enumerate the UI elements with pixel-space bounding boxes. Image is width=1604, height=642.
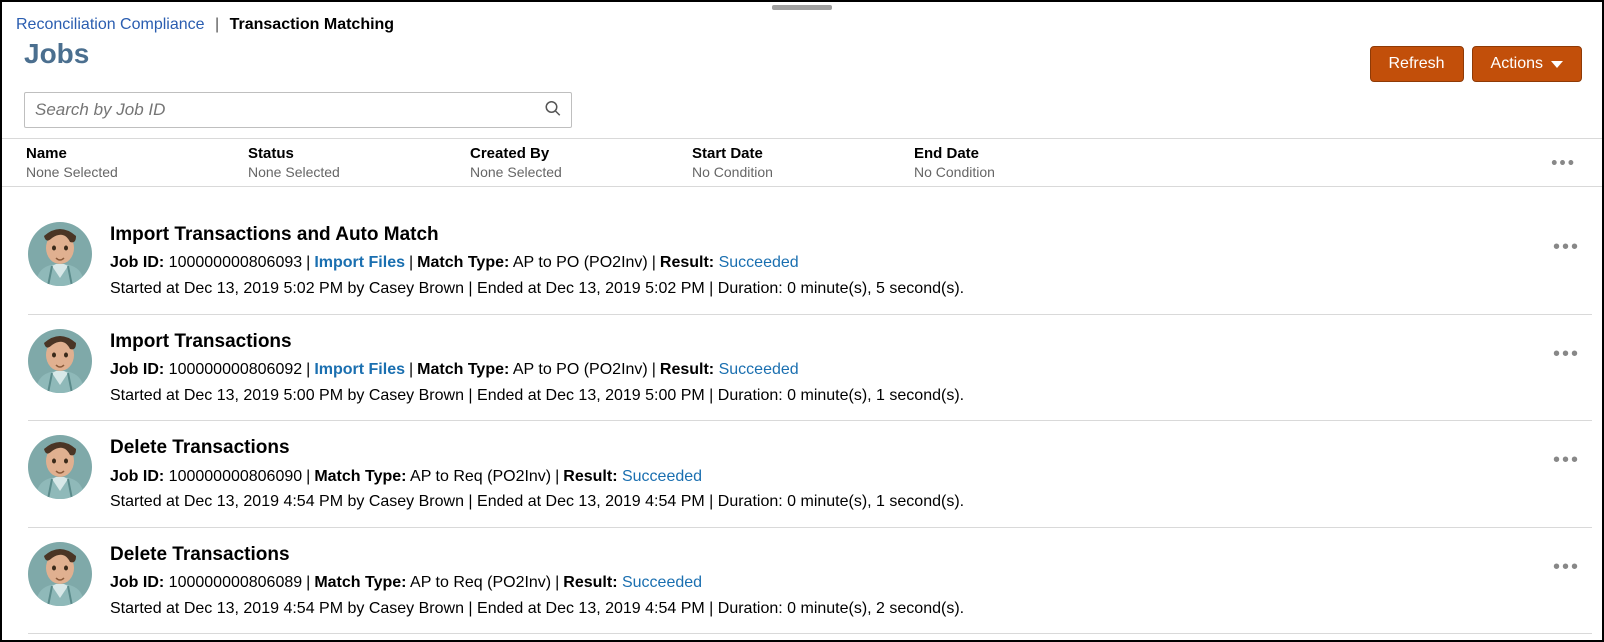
job-content: Delete TransactionsJob ID: 1000000008060… [110, 433, 1586, 515]
match-type-value: AP to Req (PO2Inv) [410, 468, 551, 485]
filter-status[interactable]: Status None Selected [248, 145, 470, 180]
match-type-label: Match Type: [314, 574, 406, 591]
page-title: Jobs [24, 38, 394, 70]
avatar [28, 542, 92, 606]
filter-start-date[interactable]: Start Date No Condition [692, 145, 914, 180]
job-id-label: Job ID: [110, 468, 164, 485]
filter-name[interactable]: Name None Selected [26, 145, 248, 180]
row-more-icon[interactable]: ••• [1553, 236, 1580, 259]
job-row: Import TransactionsJob ID: 1000000008060… [28, 315, 1592, 422]
row-more-icon[interactable]: ••• [1553, 449, 1580, 472]
breadcrumb-link[interactable]: Reconciliation Compliance [16, 16, 205, 33]
filter-end-date-value: No Condition [914, 164, 1136, 180]
actions-button-label: Actions [1491, 55, 1543, 73]
job-row: Delete TransactionsJob ID: 1000000008060… [28, 421, 1592, 528]
job-list: Import Transactions and Auto MatchJob ID… [4, 208, 1600, 638]
search-wrap [24, 92, 572, 128]
match-type-value: AP to Req (PO2Inv) [410, 574, 551, 591]
result-value[interactable]: Succeeded [622, 574, 702, 591]
avatar [28, 222, 92, 286]
filter-more-icon[interactable]: ••• [1551, 152, 1576, 173]
filter-status-value: None Selected [248, 164, 470, 180]
job-id-value: 100000000806090 [169, 468, 302, 485]
header-left: Reconciliation Compliance | Transaction … [16, 16, 394, 70]
result-value[interactable]: Succeeded [622, 468, 702, 485]
row-more-icon[interactable]: ••• [1553, 343, 1580, 366]
search-input[interactable] [24, 92, 572, 128]
job-row: Import Transactions and Auto MatchJob ID… [28, 208, 1592, 315]
job-title: Import Transactions and Auto Match [110, 220, 1586, 250]
job-id-label: Job ID: [110, 254, 164, 271]
match-type-label: Match Type: [314, 468, 406, 485]
avatar [28, 329, 92, 393]
refresh-button[interactable]: Refresh [1370, 46, 1464, 82]
avatar [28, 435, 92, 499]
match-type-value: AP to PO (PO2Inv) [513, 254, 648, 271]
result-label: Result: [660, 361, 714, 378]
result-value[interactable]: Succeeded [719, 254, 799, 271]
job-row: Delete TransactionsJob ID: 1000000008060… [28, 528, 1592, 635]
result-value[interactable]: Succeeded [719, 361, 799, 378]
result-label: Result: [563, 468, 617, 485]
result-label: Result: [660, 254, 714, 271]
job-meta: Job ID: 100000000806090|Match Type: AP t… [110, 464, 1586, 490]
job-detail: Started at Dec 13, 2019 5:02 PM by Casey… [110, 276, 1586, 302]
job-title: Import Transactions [110, 327, 1586, 357]
drag-handle[interactable] [772, 5, 832, 10]
filter-status-label: Status [248, 145, 470, 162]
actions-button[interactable]: Actions [1472, 46, 1582, 82]
job-id-value: 100000000806092 [169, 361, 302, 378]
filter-start-date-value: No Condition [692, 164, 914, 180]
job-id-value: 100000000806089 [169, 574, 302, 591]
filter-name-value: None Selected [26, 164, 248, 180]
job-meta: Job ID: 100000000806092|Import Files|Mat… [110, 357, 1586, 383]
import-files-link[interactable]: Import Files [314, 254, 405, 271]
result-label: Result: [563, 574, 617, 591]
chevron-down-icon [1551, 61, 1563, 68]
row-more-icon[interactable]: ••• [1553, 556, 1580, 579]
import-files-link[interactable]: Import Files [314, 361, 405, 378]
filter-created-by[interactable]: Created By None Selected [470, 145, 692, 180]
job-content: Import Transactions and Auto MatchJob ID… [110, 220, 1586, 302]
job-content: Delete TransactionsJob ID: 1000000008060… [110, 540, 1586, 622]
job-id-label: Job ID: [110, 574, 164, 591]
match-type-label: Match Type: [417, 254, 509, 271]
filter-name-label: Name [26, 145, 248, 162]
filter-end-date[interactable]: End Date No Condition [914, 145, 1136, 180]
filter-start-date-label: Start Date [692, 145, 914, 162]
breadcrumb: Reconciliation Compliance | Transaction … [16, 16, 394, 34]
job-detail: Started at Dec 13, 2019 4:54 PM by Casey… [110, 489, 1586, 515]
job-detail: Started at Dec 13, 2019 5:00 PM by Casey… [110, 383, 1586, 409]
job-id-value: 100000000806093 [169, 254, 302, 271]
match-type-value: AP to PO (PO2Inv) [513, 361, 648, 378]
job-detail: Started at Dec 13, 2019 4:54 PM by Casey… [110, 596, 1586, 622]
filter-created-by-value: None Selected [470, 164, 692, 180]
job-meta: Job ID: 100000000806093|Import Files|Mat… [110, 250, 1586, 276]
filter-bar: Name None Selected Status None Selected … [2, 138, 1602, 187]
job-title: Delete Transactions [110, 540, 1586, 570]
job-id-label: Job ID: [110, 361, 164, 378]
filter-end-date-label: End Date [914, 145, 1136, 162]
header: Reconciliation Compliance | Transaction … [2, 2, 1602, 88]
job-content: Import TransactionsJob ID: 1000000008060… [110, 327, 1586, 409]
breadcrumb-current: Transaction Matching [230, 16, 394, 33]
breadcrumb-separator: | [215, 16, 219, 33]
header-buttons: Refresh Actions [1370, 46, 1583, 82]
job-meta: Job ID: 100000000806089|Match Type: AP t… [110, 570, 1586, 596]
match-type-label: Match Type: [417, 361, 509, 378]
filter-created-by-label: Created By [470, 145, 692, 162]
search-icon[interactable] [544, 100, 562, 121]
job-title: Delete Transactions [110, 433, 1586, 463]
